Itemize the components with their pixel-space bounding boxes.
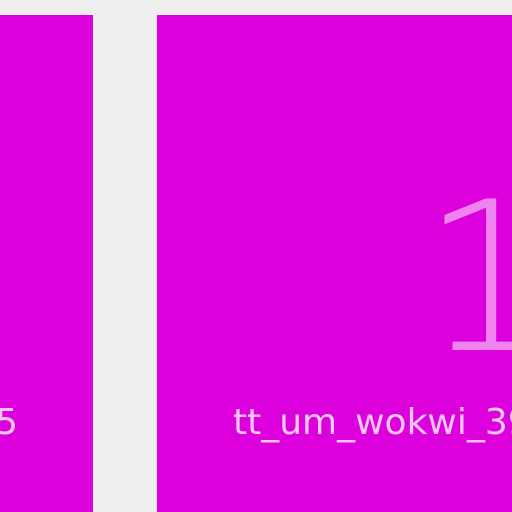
project-tile-left-label: tt_um_wokwi_395 [0,402,18,443]
project-tile-left[interactable]: tt_um_wokwi_395 [0,15,93,512]
project-tile-right-label: tt_um_wokwi_39 [233,402,512,443]
project-tile-right-number: 1 [421,158,512,400]
project-tile-right[interactable]: 1 tt_um_wokwi_39 [157,15,512,512]
tile-grid-viewport: tt_um_wokwi_395 1 tt_um_wokwi_39 [0,0,512,512]
